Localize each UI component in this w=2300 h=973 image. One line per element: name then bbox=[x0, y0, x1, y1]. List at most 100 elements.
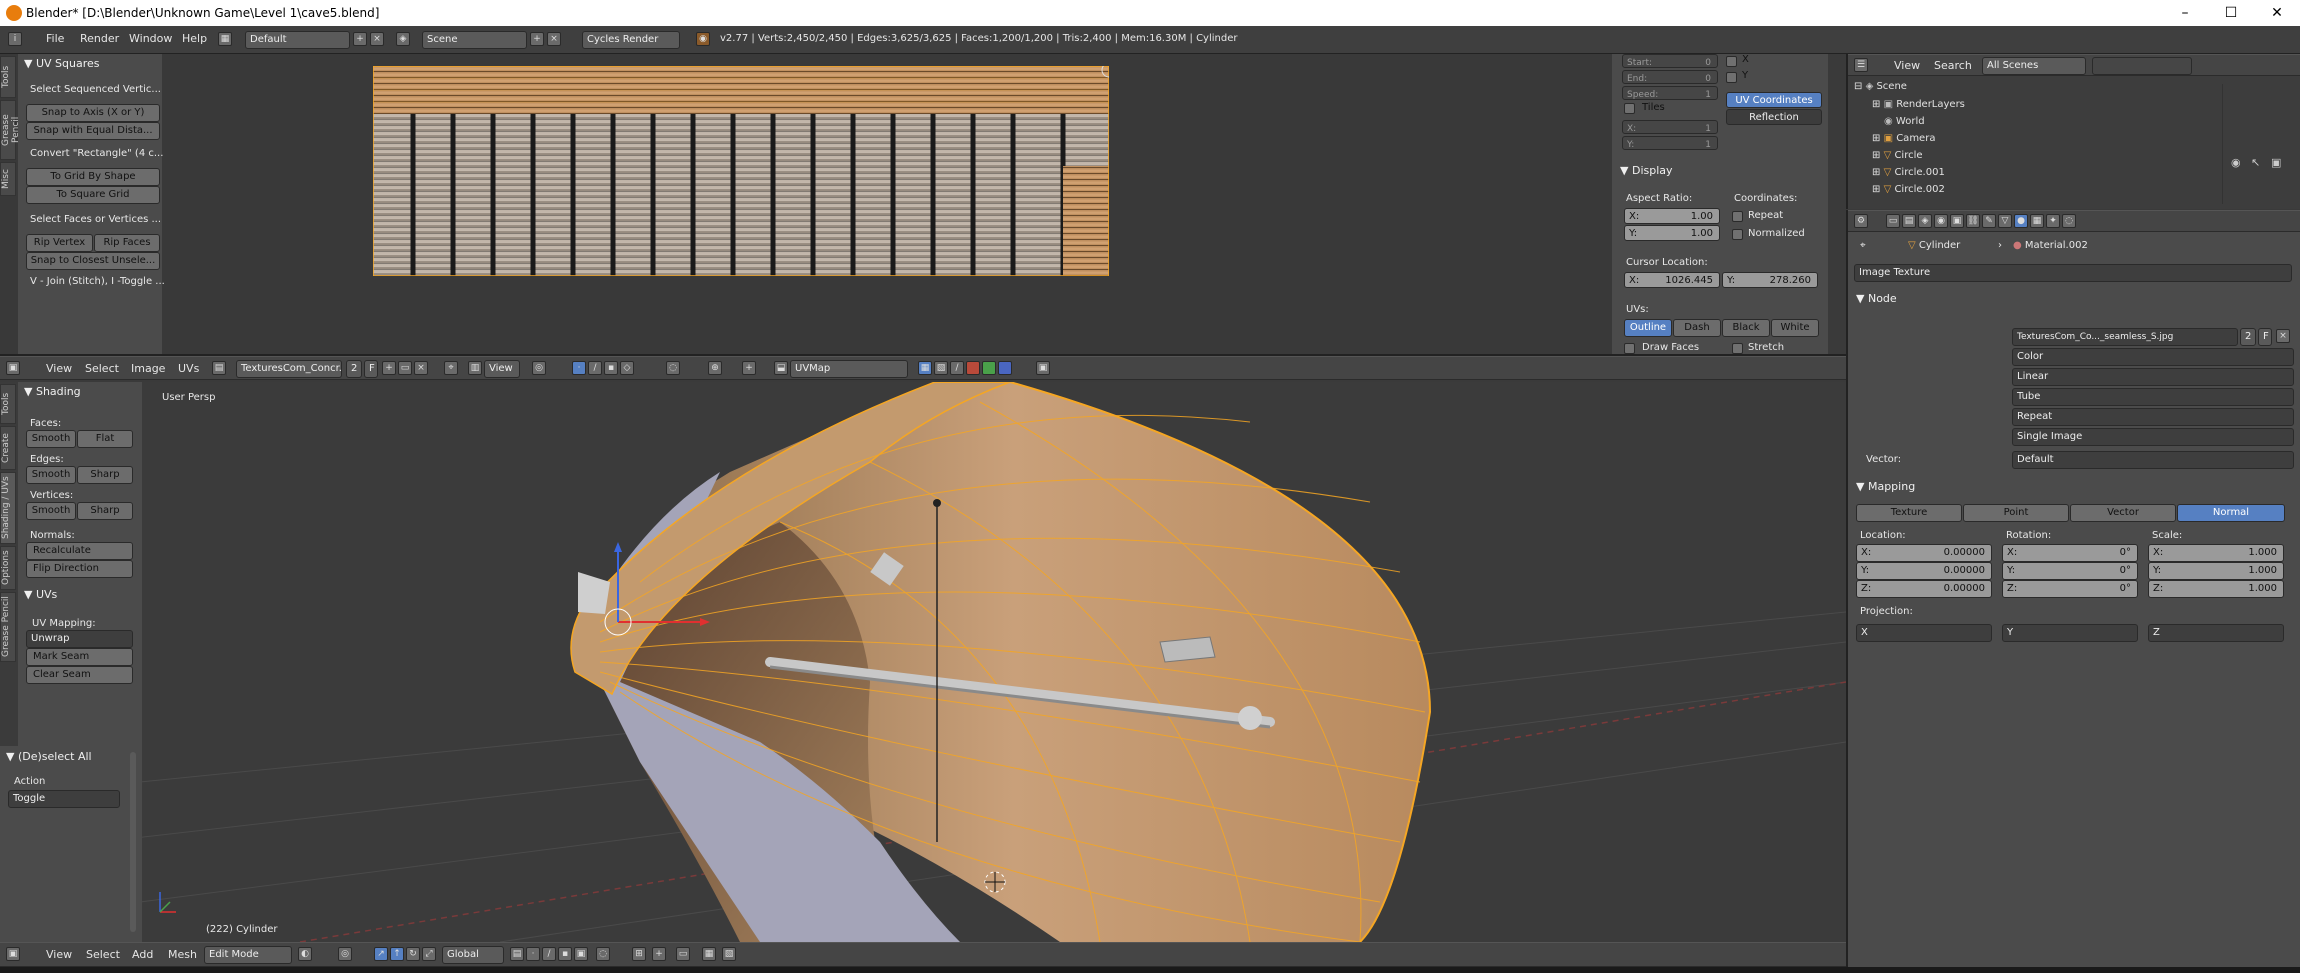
uv-properties-scrollbar[interactable] bbox=[1828, 54, 1836, 354]
node-type-select[interactable]: Image Texture bbox=[1854, 264, 2292, 282]
image-users-count[interactable]: 2 bbox=[2240, 328, 2256, 346]
tab-3d-grease-pencil[interactable]: Grease Pencil bbox=[0, 592, 16, 662]
render-still-icon[interactable]: ▭ bbox=[676, 947, 690, 961]
info-editor-icon[interactable]: i bbox=[8, 32, 22, 46]
tab-uv-misc[interactable]: Misc bbox=[0, 162, 16, 196]
layers-tab-icon[interactable]: ▤ bbox=[1902, 214, 1916, 228]
outliner-item-circle-002[interactable]: ⊞ ▽ Circle.002 bbox=[1872, 184, 1945, 195]
y-checkbox[interactable] bbox=[1726, 72, 1737, 83]
node-panel-title[interactable]: ▼ Node bbox=[1856, 292, 1897, 305]
scene-icon[interactable]: ◈ bbox=[396, 32, 410, 46]
uv-squares-title[interactable]: ▼ UV Squares bbox=[24, 57, 100, 70]
uv-coordinates-button[interactable]: UV Coordinates bbox=[1726, 92, 1822, 108]
uvmap-select[interactable]: UVMap bbox=[790, 360, 908, 378]
channel-alpha-icon[interactable]: ▧ bbox=[934, 361, 948, 375]
scale-y-field[interactable]: Y: 1.000 bbox=[2148, 562, 2284, 580]
select-edge-mode-icon[interactable]: / bbox=[542, 947, 556, 961]
3d-menu-mesh[interactable]: Mesh bbox=[168, 948, 197, 961]
projection-select[interactable]: Tube bbox=[2012, 388, 2294, 406]
location-x-field[interactable]: X: 0.00000 bbox=[1856, 544, 1992, 562]
properties-type-icon[interactable]: ⚙ bbox=[1854, 214, 1868, 228]
snap-element-icon[interactable]: + bbox=[742, 361, 756, 375]
open-image-icon[interactable]: ▭ bbox=[398, 361, 412, 375]
view-mode-select[interactable]: View bbox=[484, 360, 520, 378]
outliner-item-circle-001[interactable]: ⊞ ▽ Circle.001 bbox=[1872, 167, 1945, 178]
cursor-y-field[interactable]: Y: 278.260 bbox=[1722, 272, 1818, 288]
rotate-icon[interactable]: ↻ bbox=[406, 947, 420, 961]
unwrap-dropdown[interactable]: Unwrap bbox=[26, 630, 133, 648]
modifiers-tab-icon[interactable]: ✎ bbox=[1982, 214, 1996, 228]
maximize-button[interactable]: ☐ bbox=[2208, 0, 2254, 26]
location-y-field[interactable]: Y: 0.00000 bbox=[1856, 562, 1992, 580]
image-unlink-icon[interactable]: × bbox=[2276, 329, 2290, 343]
mapping-vector-button[interactable]: Vector bbox=[2070, 504, 2176, 522]
minimize-button[interactable]: – bbox=[2162, 0, 2208, 26]
pivot-point-icon[interactable]: ◎ bbox=[338, 947, 352, 961]
uv-menu-uvs[interactable]: UVs bbox=[178, 362, 199, 375]
image-users-field[interactable]: 2 bbox=[346, 360, 362, 378]
snap-uv-icon[interactable]: ⊕ bbox=[708, 361, 722, 375]
snap-to-axis-button[interactable]: Snap to Axis (X or Y) bbox=[26, 104, 160, 122]
render-engine-selector[interactable]: Cycles Render bbox=[582, 31, 680, 49]
projection-x-select[interactable]: X bbox=[1856, 624, 1992, 642]
3d-viewport[interactable]: User Persp (222) Cylinder ▼ Shading Face… bbox=[0, 382, 1846, 942]
menu-window[interactable]: Window bbox=[129, 32, 172, 45]
recalculate-button[interactable]: Recalculate bbox=[26, 542, 133, 560]
data-tab-icon[interactable]: ▽ bbox=[1998, 214, 2012, 228]
rotation-y-field[interactable]: Y: 0° bbox=[2002, 562, 2138, 580]
pivot-icon[interactable]: ◎ bbox=[532, 361, 546, 375]
uv-image-editor[interactable]: ▼ UV Squares Select Sequenced Vertic... … bbox=[0, 54, 1836, 354]
translate-icon[interactable]: ↑ bbox=[390, 947, 404, 961]
mapping-normal-button[interactable]: Normal bbox=[2177, 504, 2285, 522]
tiles-x-field[interactable]: X: 1 bbox=[1622, 120, 1718, 134]
image-browse-icon[interactable]: ▤ bbox=[212, 361, 226, 375]
mapping-point-button[interactable]: Point bbox=[1963, 504, 2069, 522]
outliner[interactable]: ☰ View Search All Scenes ⊟ ◈ Scene ⊞ ▣ R… bbox=[1846, 54, 2300, 209]
uv-texture-canvas[interactable] bbox=[373, 66, 1109, 276]
outliner-menu-view[interactable]: View bbox=[1894, 59, 1920, 72]
anim-end-field[interactable]: End: 0 bbox=[1622, 70, 1718, 84]
grid-icon[interactable]: ▧ bbox=[722, 947, 736, 961]
rotation-x-field[interactable]: X: 0° bbox=[2002, 544, 2138, 562]
remove-scene-icon[interactable]: × bbox=[547, 32, 561, 46]
image-source-select[interactable]: Single Image bbox=[2012, 428, 2294, 446]
black-button[interactable]: Black bbox=[1722, 319, 1770, 337]
to-grid-by-shape-button[interactable]: To Grid By Shape bbox=[26, 168, 160, 186]
pin-icon[interactable]: ⌖ bbox=[1860, 240, 1866, 251]
tab-3d-create[interactable]: Create bbox=[0, 426, 16, 470]
render-anim-icon[interactable]: ▦ bbox=[702, 947, 716, 961]
manipulator-icon[interactable]: ↗ bbox=[374, 947, 388, 961]
faces-smooth-button[interactable]: Smooth bbox=[26, 430, 76, 448]
outliner-display-select[interactable]: All Scenes bbox=[1982, 57, 2086, 75]
3d-menu-add[interactable]: Add bbox=[132, 948, 153, 961]
tiles-checkbox[interactable] bbox=[1624, 103, 1635, 114]
white-button[interactable]: White bbox=[1771, 319, 1819, 337]
scale-x-field[interactable]: X: 1.000 bbox=[2148, 544, 2284, 562]
edges-smooth-button[interactable]: Smooth bbox=[26, 466, 76, 484]
add-layout-icon[interactable]: + bbox=[353, 32, 367, 46]
world-tab-icon[interactable]: ◉ bbox=[1934, 214, 1948, 228]
channel-blue-icon[interactable] bbox=[998, 361, 1012, 375]
action-dropdown[interactable]: Toggle bbox=[8, 790, 120, 808]
tab-3d-shading-uvs[interactable]: Shading / UVs bbox=[0, 472, 16, 544]
viewport-scene[interactable] bbox=[0, 382, 1846, 942]
uv-menu-view[interactable]: View bbox=[46, 362, 72, 375]
channel-rgb-icon[interactable]: ▦ bbox=[918, 361, 932, 375]
x-checkbox[interactable] bbox=[1726, 56, 1737, 67]
uv-editor-type-icon[interactable]: ▣ bbox=[6, 361, 20, 375]
tab-uv-tools[interactable]: Tools bbox=[0, 56, 16, 98]
pin-image-icon[interactable]: ⌖ bbox=[444, 361, 458, 375]
vector-input-select[interactable]: Default bbox=[2012, 451, 2294, 469]
breadcrumb-material[interactable]: ● Material.002 bbox=[2013, 240, 2088, 251]
image-fake-user-toggle[interactable]: F bbox=[364, 360, 378, 378]
redo-panel-scrollbar[interactable] bbox=[130, 752, 136, 932]
close-button[interactable]: ✕ bbox=[2254, 0, 2300, 26]
3d-menu-select[interactable]: Select bbox=[86, 948, 120, 961]
scale-icon[interactable]: ⤢ bbox=[422, 947, 436, 961]
texture-tab-icon[interactable]: ▦ bbox=[2030, 214, 2044, 228]
deselect-all-title[interactable]: ▼ (De)select All bbox=[6, 750, 92, 763]
area-divider-horizontal[interactable] bbox=[0, 354, 1846, 356]
rotation-z-field[interactable]: Z: 0° bbox=[2002, 580, 2138, 598]
transform-orientation-select[interactable]: Global bbox=[442, 946, 504, 964]
outliner-item-camera[interactable]: ⊞ ▣ Camera bbox=[1872, 133, 1935, 144]
